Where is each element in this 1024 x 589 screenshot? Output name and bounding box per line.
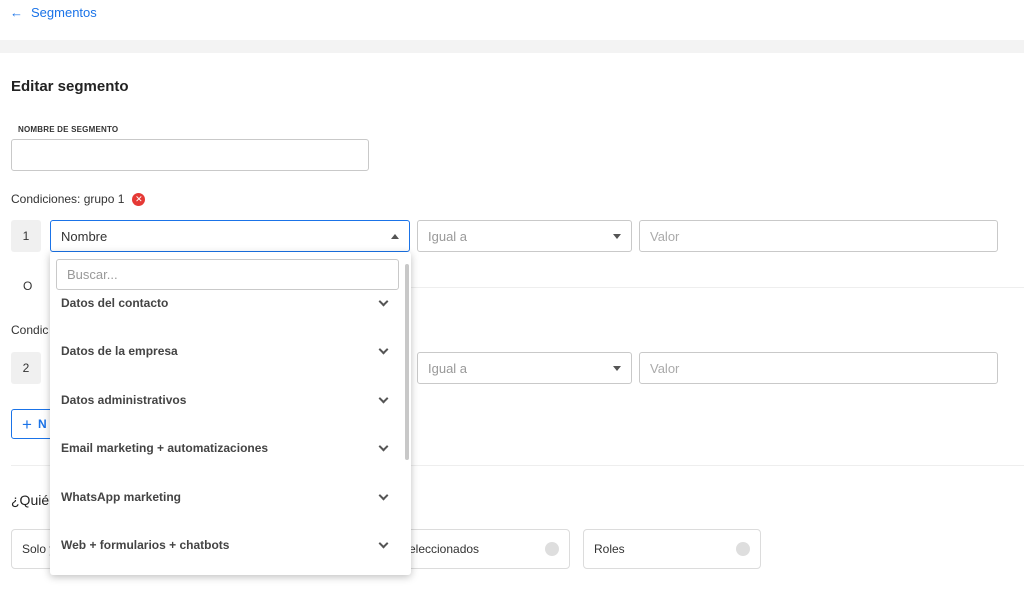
caret-up-icon [391,233,399,239]
operator-select-value: Igual a [428,360,468,376]
dropdown-scrollbar[interactable] [405,264,409,460]
option-card-label: eleccionados [409,542,480,556]
operator-select[interactable]: Igual a [417,220,632,252]
value-input-placeholder: Valor [650,228,680,244]
back-link[interactable]: ← Segmentos [10,5,97,20]
condition-row-number: 1 [11,220,41,252]
chevron-down-icon [378,296,389,307]
dropdown-category-label: Datos de la empresa [61,344,178,358]
or-separator-label: O [23,279,33,293]
option-card[interactable]: Roles [583,529,761,569]
dropdown-category-item[interactable]: Datos de la empresa [61,344,391,358]
dropdown-category-label: Datos del contacto [61,296,169,310]
chevron-down-icon [378,441,389,452]
dropdown-search-input[interactable]: Buscar... [56,259,399,290]
dropdown-category-item[interactable]: Datos administrativos [61,393,391,407]
field-dropdown-menu: Buscar... Datos del contacto Datos de la… [50,252,411,575]
dropdown-category-label: WhatsApp marketing [61,490,182,504]
condition-group-1-label: Condiciones: grupo 1 [11,192,125,206]
dropdown-category-item[interactable]: WhatsApp marketing [61,490,391,504]
condition-row-number: 2 [11,352,41,384]
dropdown-category-item[interactable]: Web + formularios + chatbots [61,538,391,552]
new-group-button-label: N [37,417,47,431]
segment-name-label: NOMBRE DE SEGMENTO [18,125,119,134]
value-input[interactable]: Valor [639,220,998,252]
segment-name-input[interactable] [11,139,369,171]
dropdown-category-label: Datos administrativos [61,393,187,407]
radio-icon[interactable] [545,542,559,556]
dropdown-category-item[interactable]: Email marketing + automatizaciones [61,441,391,455]
page-title: Editar segmento [11,78,129,95]
header-divider-band [0,40,1024,53]
value-input[interactable]: Valor [639,352,998,384]
arrow-left-icon: ← [10,5,23,20]
chevron-down-icon [378,344,389,355]
condition-group-2-label: Condic [11,323,49,337]
dropdown-category-item[interactable]: Datos del contacto [61,296,391,310]
plus-icon: + [22,414,32,434]
value-input-placeholder: Valor [650,360,680,376]
radio-icon[interactable] [736,542,750,556]
field-select[interactable]: Nombre [50,220,410,252]
operator-select[interactable]: Igual a [417,352,632,384]
field-select-value: Nombre [61,228,108,244]
operator-select-value: Igual a [428,228,468,244]
chevron-down-icon [378,393,389,404]
remove-group-icon[interactable]: ✕ [132,192,146,206]
back-link-label: Segmentos [31,5,97,20]
dropdown-category-label: Web + formularios + chatbots [61,538,230,552]
chevron-down-icon [378,538,389,549]
dropdown-category-label: Email marketing + automatizaciones [61,441,269,455]
dropdown-search-placeholder: Buscar... [67,267,118,282]
caret-down-icon [613,233,621,239]
caret-down-icon [613,365,621,371]
option-card-label: Roles [594,542,625,556]
chevron-down-icon [378,490,389,501]
condition-group-1-header: Condiciones: grupo 1 ✕ [11,192,146,206]
